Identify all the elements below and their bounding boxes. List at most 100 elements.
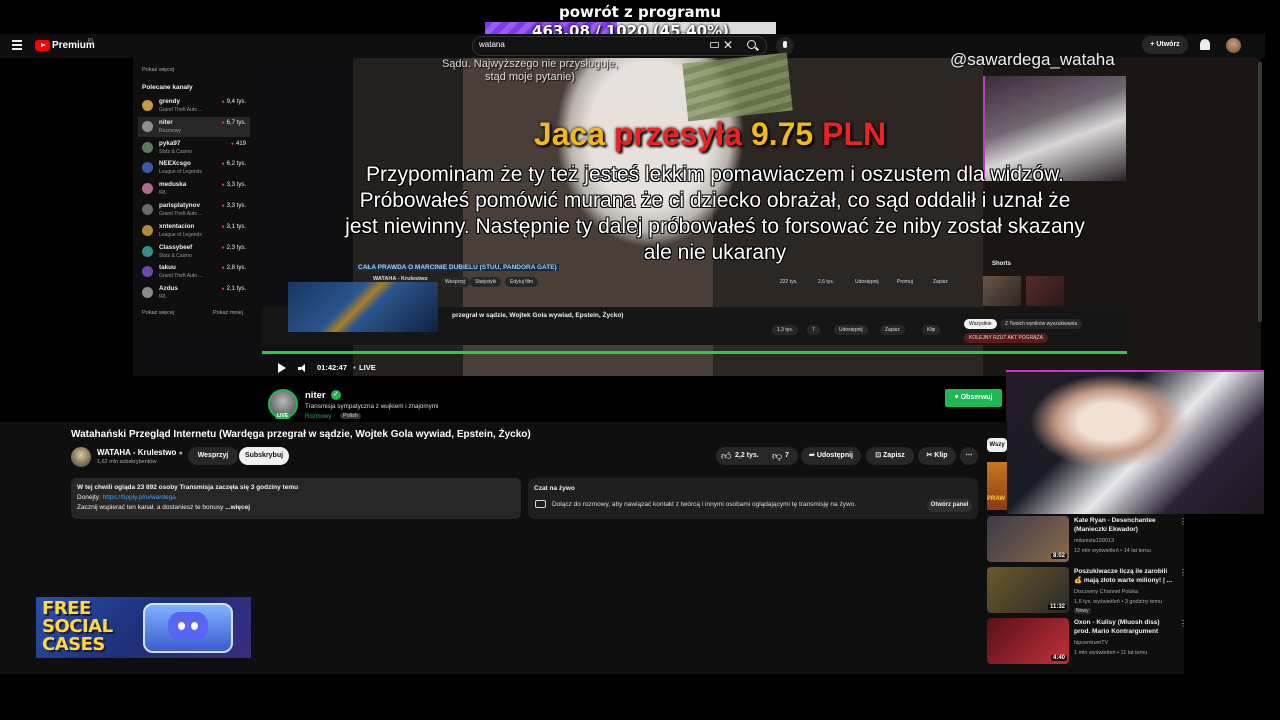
channel-row-pyka97[interactable]: pyka97Slots & Casino 419 [138, 138, 250, 158]
embedded-action: Udostępnij [834, 325, 868, 335]
channel-row-xntentacion[interactable]: xntentacionLeague of Legends 3,1 tys. [138, 221, 250, 241]
channel-category: Rozmowy [159, 127, 181, 134]
viewer-count: 9,4 tys. [222, 99, 246, 105]
video-channel[interactable]: Discovery Channel Polska [1074, 589, 1138, 595]
recommended-channels-heading: Polecane kanały [142, 84, 193, 91]
clear-icon[interactable]: ✕ [723, 38, 733, 52]
more-vert-icon[interactable]: ⋮ [1179, 568, 1187, 577]
embedded-action: 7 [807, 325, 820, 335]
video-title[interactable]: Oxon - Kulisy (Mluosh diss) prod. Mario … [1074, 618, 1174, 636]
streamer-name[interactable]: niter [305, 390, 326, 401]
thumbs-up-icon[interactable]: 👍︎ [721, 450, 731, 462]
search-input[interactable] [479, 40, 679, 49]
live-indicator[interactable]: LIVE [353, 363, 376, 372]
viewer-count: 3,3 tys. [222, 203, 246, 209]
channel-row-meduska[interactable]: meduskaIRL 3,3 tys. [138, 179, 250, 199]
video-channel[interactable]: milanista199013 [1074, 538, 1114, 544]
recommended-video[interactable]: 4:40 Oxon - Kulisy (Mluosh diss) prod. Ma… [987, 618, 1187, 666]
embedded-action: Udostępnij [850, 277, 884, 287]
follow-button[interactable]: ♥ Obserwuj [945, 389, 1002, 407]
donation-title: Jaca przesyła 9.75 PLN [355, 116, 1065, 153]
open-panel-button[interactable]: Otwórz panel [927, 499, 972, 512]
like-count[interactable]: 2,2 tys. [735, 452, 759, 459]
channel-row-grendy[interactable]: grendy Grand Theft Auto ... 9,4 tys. [138, 96, 250, 116]
save-label: Zapisz [883, 452, 905, 459]
channel-avatar [142, 245, 153, 257]
channel-avatar [142, 162, 153, 174]
embedded-pill: Wesprzyj [440, 277, 471, 287]
channel-category: League of Legends [159, 169, 202, 176]
video-channel[interactable]: hipcentrumTV [1074, 640, 1108, 646]
channel-row-takuu[interactable]: takuuGrand Theft Auto ... 2,8 tys. [138, 262, 250, 282]
channel-name: niter [159, 118, 173, 126]
recommended-thumbnail[interactable] [987, 462, 1007, 510]
knife-skin-image [288, 282, 438, 332]
show-more-link[interactable]: ...więcej [225, 504, 250, 511]
live-badge: LIVE [275, 413, 291, 419]
video-duration: 4:40 [1050, 655, 1067, 661]
embedded-action: 2,6 tys. [813, 277, 840, 287]
channel-row-parisplatynov[interactable]: parisplatynov Grand Theft Auto ... 3,3 tys… [138, 200, 250, 220]
channel-name: parisplatynov [159, 202, 200, 209]
account-avatar[interactable] [1226, 38, 1241, 53]
support-button[interactable]: Wesprzyj [188, 447, 238, 465]
video-meta: 1 mln wyświetleń • 11 lat temu [1074, 650, 1148, 656]
subscriber-count: 1,62 mln subskrybentów [97, 459, 157, 465]
search-icon[interactable] [747, 40, 756, 49]
donation-amount: 9.75 [750, 116, 814, 152]
more-vert-icon[interactable]: ⋮ [1179, 517, 1187, 526]
donation-link[interactable]: https://tipply.pl/u/wardega [103, 494, 176, 501]
recommended-video[interactable]: 11:32 Poszukiwacze liczą ile zarobili 💰 m… [987, 567, 1187, 615]
recommended-video[interactable]: 8:02 Kate Ryan - Desenchantee (Manieczki … [987, 516, 1187, 564]
embedded-pill: Statystyki [470, 277, 502, 287]
notifications-bell-icon[interactable] [1200, 39, 1210, 50]
channel-row-neexcsgo[interactable]: NEEXcsgoLeague of Legends 6,2 tys. [138, 158, 250, 178]
play-icon[interactable] [278, 363, 286, 373]
embedded-action: Zapisz [928, 277, 953, 287]
video-duration: 11:32 [1047, 604, 1067, 610]
subscribe-button[interactable]: Subskrybuj [239, 447, 289, 465]
stream-category[interactable]: Rozmowy [305, 414, 331, 420]
channel-row-azdus[interactable]: AzdusIRL 2,1 tys. [138, 283, 250, 303]
thumbs-down-icon[interactable]: 👎︎ [772, 450, 782, 462]
channel-name[interactable]: WATAHA - Krulestwo ● [97, 448, 183, 457]
show-more-link[interactable]: Pokaż więcej [142, 67, 174, 73]
stream-language-tag[interactable]: Polish [340, 413, 361, 419]
video-title[interactable]: Kate Ryan - Desenchantee (Manieczki Ekwa… [1074, 516, 1174, 534]
share-button[interactable]: ➦ Udostępnij [801, 447, 861, 465]
donation-name: Jaca [533, 116, 606, 152]
show-more-link[interactable]: Pokaż więcej [142, 310, 174, 316]
share-label: Udostępnij [816, 452, 853, 459]
video-title[interactable]: Poszukiwacze liczą ile zarobili 💰 mają z… [1074, 567, 1174, 585]
volume-icon[interactable] [298, 364, 307, 373]
channel-avatar [142, 100, 153, 111]
scrollbar[interactable] [1258, 62, 1262, 322]
keyboard-icon[interactable] [710, 42, 719, 48]
channel-name: xntentacion [159, 222, 195, 230]
save-button[interactable]: ⊡ Zapisz [866, 447, 914, 465]
follow-label: Obserwuj [960, 394, 993, 401]
channel-category: Grand Theft Auto ... [159, 273, 203, 280]
embedded-headline: KOLEJNY RZUT AKT POGRĄŻA [964, 333, 1048, 343]
channel-avatar[interactable] [71, 447, 91, 467]
description-line: Zacznij wspierać ten kanał, a dostaniesz… [77, 504, 250, 511]
channel-name: takuu [159, 264, 176, 272]
more-actions-button[interactable]: ⋯ [960, 447, 978, 465]
channel-row-niter[interactable]: niterRozmowy 6,7 tys. [138, 116, 250, 137]
more-vert-icon[interactable]: ⋮ [1179, 619, 1187, 628]
channel-category: IRL [159, 294, 167, 301]
seek-bar[interactable] [262, 351, 1127, 354]
show-less-link[interactable]: Pokaż mniej [213, 310, 243, 316]
video-duration: 8:02 [1050, 553, 1067, 559]
filter-chip[interactable]: Wszy [987, 438, 1007, 452]
clip-button[interactable]: ✂ Klip [918, 447, 956, 465]
channel-row-classybeef[interactable]: ClassybeefSlots & Casino 2,3 tys. [138, 242, 250, 262]
overlay-title: powrót z programu [559, 3, 721, 21]
create-button[interactable]: + Utwórz [1142, 36, 1188, 54]
menu-icon[interactable] [12, 40, 22, 52]
youtube-logo-icon[interactable] [35, 40, 50, 51]
video-meta: 12 mln wyświetleń • 14 lat temu [1074, 548, 1151, 554]
dislike-count[interactable]: 7 [785, 452, 789, 459]
webcam-feed [1006, 370, 1264, 514]
verified-icon: ✓ [331, 390, 341, 400]
